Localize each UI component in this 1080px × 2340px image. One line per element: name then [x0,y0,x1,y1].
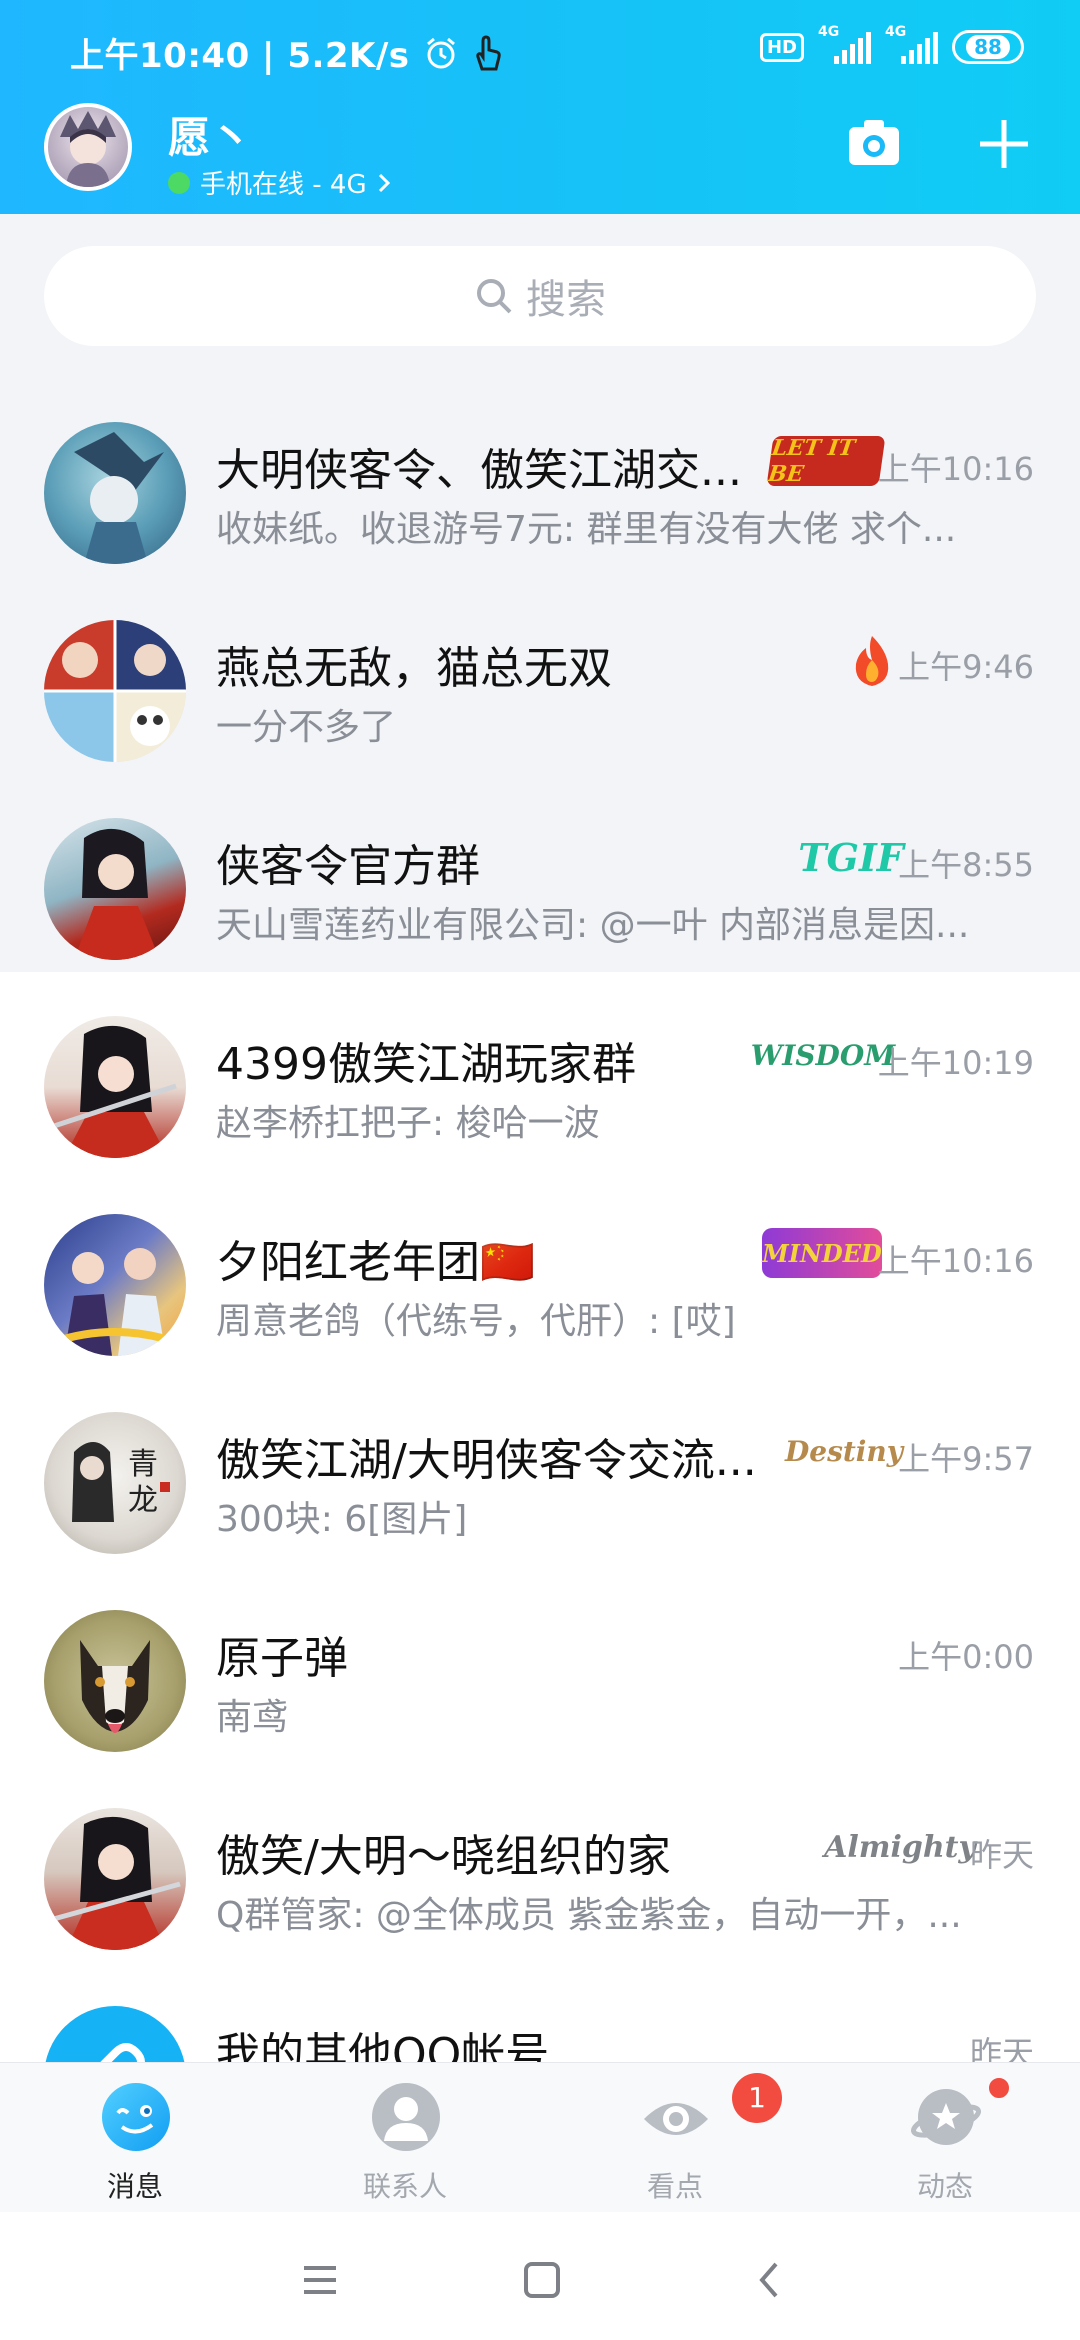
chat-item[interactable]: 侠客令官方群 TGIF 上午8:55 天山雪莲药业有限公司: @一叶 内部消息是… [0,768,1080,966]
chat-message: 300块: 6[图片] [216,1499,468,1540]
chat-time: 上午8:55 [898,846,1034,884]
messages-penguin-icon [102,2083,170,2151]
status-bar: 上午10:40 | 5.2K/s HD 4G 4G 88 [0,0,1080,100]
tab-moments-label: 动态 [916,2170,973,2203]
chat-message: 一分不多了 [216,707,397,748]
my-avatar[interactable] [44,103,132,191]
chat-avatar [44,1016,186,1158]
chat-item[interactable]: 原子弹 上午0:00 南鸢 [0,1560,1080,1758]
watch-unread-badge: 1 [732,2073,782,2123]
chat-message: 南鸢 [216,1697,289,1738]
tab-contacts[interactable]: 联系人 [270,2063,540,2213]
tab-watch[interactable]: 1 看点 [540,2063,810,2213]
chat-name: 夕阳红老年团🇨🇳 [216,1237,535,1288]
chat-item[interactable]: 傲笑/大明～晓组织的家 Almighty 昨天 Q群管家: @全体成员 紫金紫金… [0,1758,1080,1956]
tab-moments[interactable]: 动态 [810,2063,1080,2213]
chat-time: 上午0:00 [898,1638,1034,1676]
alarm-icon [426,37,455,68]
chat-name: 燕总无敌，猫总无双 [216,643,612,694]
chat-badge: MINDED [762,1228,882,1278]
chat-time: 上午9:46 [898,648,1034,686]
chat-badge: WISDOM [750,1038,896,1072]
bottom-navigation: 消息 联系人 1 看点 动态 [0,2062,1080,2212]
chat-time: 上午9:57 [898,1440,1034,1478]
tab-watch-label: 看点 [646,2170,703,2203]
chat-message: 天山雪莲药业有限公司: @一叶 内部消息是因... [216,905,970,946]
chat-avatar [44,818,186,960]
moments-star-icon [911,2089,981,2145]
chat-avatar [44,1808,186,1950]
chat-message: 收妹纸。收退游号7元: 群里有没有大佬 求个... [216,509,957,550]
battery-level: 88 [966,35,1010,59]
tab-contacts-label: 联系人 [362,2170,447,2203]
chat-badge: Almighty [824,1829,976,1865]
signal-icon: 4G [818,24,871,64]
search-input[interactable]: 搜索 [44,246,1036,346]
add-icon[interactable] [976,116,1032,172]
home-icon[interactable] [518,2256,566,2304]
contacts-icon [372,2083,440,2151]
user-name[interactable]: 愿丶 [168,104,252,165]
camera-icon[interactable] [846,114,902,170]
search-placeholder: 搜索 [526,277,606,323]
back-icon[interactable] [746,2256,794,2304]
chat-message: 赵李桥扛把子: 梭哈一波 [216,1103,600,1144]
battery-icon: 88 [952,30,1024,64]
svg-text:龙: 龙 [128,1483,158,1518]
chat-time: 昨天 [969,1836,1034,1874]
svg-text:青: 青 [128,1447,158,1482]
chat-item[interactable]: 夕阳红老年团🇨🇳 MINDED 上午10:16 周意老鸽（代练号，代肝）: [哎… [0,1164,1080,1362]
chat-message: Q群管家: @全体成员 紫金紫金，自动一开，... [216,1895,962,1936]
system-navigation-bar [0,2212,1080,2340]
chat-item[interactable]: 燕总无敌，猫总无双 上午9:46 一分不多了 [0,570,1080,768]
header: 上午10:40 | 5.2K/s HD 4G 4G 88 愿丶 手机在线 - 4… [0,0,1080,214]
touch-icon [475,34,501,70]
tab-messages[interactable]: 消息 [0,2063,270,2213]
chat-name: 原子弹 [216,1633,348,1684]
chat-name: 傲笑/大明～晓组织的家 [216,1831,671,1882]
online-status-label: 手机在线 - 4G [200,170,367,200]
chat-badge: LET IT BE [766,435,886,487]
chat-avatar [44,422,186,564]
chat-badge: TGIF [798,834,904,880]
watch-eye-icon [644,2103,708,2135]
status-time-speed: 上午10:40 | 5.2K/s [70,36,410,76]
chevron-right-icon [378,173,390,192]
hd-voice-indicator: HD [759,32,804,62]
chat-name: 傲笑江湖/大明侠客令交流... [216,1435,757,1486]
chat-avatar [44,1610,186,1752]
chat-avatar [44,1214,186,1356]
chat-item[interactable]: 4399傲笑江湖玩家群 WISDOM 上午10:19 赵李桥扛把子: 梭哈一波 [0,966,1080,1164]
chat-item[interactable]: 青 龙 傲笑江湖/大明侠客令交流... Destiny 上午9:57 300块:… [0,1362,1080,1560]
signal-icon-2: 4G [885,24,938,64]
search-icon [477,279,512,314]
moments-unread-dot [986,2075,1012,2101]
chat-name: 侠客令官方群 [216,841,480,892]
chat-avatar: 青 龙 [44,1412,186,1554]
chat-time: 上午10:16 [877,1242,1034,1280]
online-status[interactable]: 手机在线 - 4G [168,164,391,201]
chat-avatar [44,620,186,762]
chat-name: 大明侠客令、傲笑江湖交... [216,445,742,496]
chat-time: 上午10:19 [877,1044,1034,1082]
chat-item[interactable]: 大明侠客令、傲笑江湖交... LET IT BE 上午10:16 收妹纸。收退游… [0,372,1080,570]
chat-badge: Destiny [784,1434,904,1468]
qq-app: 上午10:40 | 5.2K/s HD 4G 4G 88 愿丶 手机在线 - 4… [0,0,1080,2340]
chat-message: 周意老鸽（代练号，代肝）: [哎] [216,1301,736,1342]
chat-name: 4399傲笑江湖玩家群 [216,1039,636,1090]
online-dot-icon [168,171,190,194]
menu-icon[interactable] [296,2256,344,2304]
chat-time: 上午10:16 [877,450,1034,488]
tab-messages-label: 消息 [106,2170,163,2203]
fire-icon [855,636,889,686]
